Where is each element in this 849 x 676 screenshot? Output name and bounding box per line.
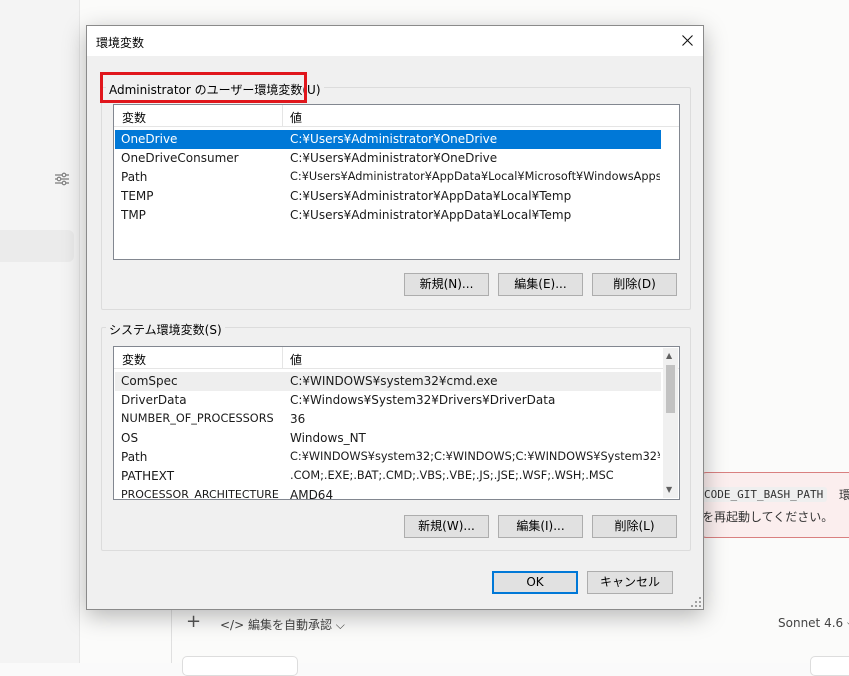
row-value: AMD64 bbox=[290, 488, 334, 500]
row-value: C:¥Users¥Administrator¥AppData¥Local¥Mic… bbox=[290, 170, 660, 183]
user-edit-button[interactable]: 編集(E)... bbox=[498, 273, 583, 296]
close-icon bbox=[682, 35, 693, 46]
row-name: Path bbox=[121, 450, 148, 464]
list-row[interactable]: PATHEXT .COM;.EXE;.BAT;.CMD;.VBS;.VBE;.J… bbox=[115, 467, 661, 486]
row-value: Windows_NT bbox=[290, 431, 366, 445]
row-name: NUMBER_OF_PROCESSORS bbox=[121, 412, 274, 425]
row-name: PATHEXT bbox=[121, 469, 175, 483]
row-name: ComSpec bbox=[121, 374, 178, 388]
highlight-box bbox=[100, 72, 307, 103]
row-value: C:¥Users¥Administrator¥OneDrive bbox=[290, 151, 498, 165]
bottom-input-box[interactable] bbox=[182, 656, 298, 676]
auto-approve-toggle[interactable]: </> 編集を自動承認 ⌵ bbox=[220, 616, 345, 633]
system-delete-button[interactable]: 削除(L) bbox=[592, 515, 677, 538]
row-name: TMP bbox=[121, 208, 146, 222]
model-selector[interactable]: Sonnet 4.6 ⌵ bbox=[778, 616, 849, 631]
row-name: TEMP bbox=[121, 189, 154, 203]
resize-grip-icon[interactable] bbox=[691, 597, 701, 607]
sidebar-active-item[interactable] bbox=[0, 230, 74, 262]
list-row[interactable]: TEMP C:¥Users¥Administrator¥AppData¥Loca… bbox=[115, 187, 661, 206]
list-header: 変数 値 bbox=[114, 347, 679, 369]
user-new-button[interactable]: 新規(N)... bbox=[404, 273, 489, 296]
error-code: CODE_GIT_BASH_PATH bbox=[700, 487, 828, 502]
user-variables-list[interactable]: 変数 値 OneDrive C:¥Users¥Administrator¥One… bbox=[113, 104, 680, 260]
row-value: .COM;.EXE;.BAT;.CMD;.VBS;.VBE;.JS;.JSE;.… bbox=[290, 469, 614, 482]
row-value: C:¥Users¥Administrator¥AppData¥Local¥Tem… bbox=[290, 208, 572, 222]
error-banner bbox=[700, 472, 849, 538]
cancel-button[interactable]: キャンセル bbox=[587, 571, 673, 594]
list-row[interactable]: Path C:¥WINDOWS¥system32;C:¥WINDOWS;C:¥W… bbox=[115, 448, 661, 467]
column-header-value[interactable]: 値 bbox=[290, 109, 302, 126]
row-name: Path bbox=[121, 170, 148, 184]
column-divider[interactable] bbox=[282, 105, 283, 127]
list-row[interactable]: DriverData C:¥Windows¥System32¥Drivers¥D… bbox=[115, 391, 661, 410]
row-value: C:¥Users¥Administrator¥AppData¥Local¥Tem… bbox=[290, 189, 572, 203]
environment-variables-dialog: 環境変数 Administrator のユーザー環境変数(U) 変数 値 One… bbox=[86, 25, 704, 610]
dialog-title: 環境変数 bbox=[96, 36, 145, 50]
system-variables-label: システム環境変数(S) bbox=[106, 321, 225, 338]
list-row[interactable]: TMP C:¥Users¥Administrator¥AppData¥Local… bbox=[115, 206, 661, 225]
row-value: 36 bbox=[290, 412, 306, 426]
list-header: 変数 値 bbox=[114, 105, 679, 127]
list-row[interactable]: NUMBER_OF_PROCESSORS 36 bbox=[115, 410, 661, 429]
list-row[interactable]: ComSpec C:¥WINDOWS¥system32¥cmd.exe bbox=[115, 372, 661, 391]
column-header-variable[interactable]: 変数 bbox=[122, 109, 146, 126]
vertical-scrollbar[interactable]: ▲ ▼ bbox=[663, 348, 678, 498]
app-sidebar bbox=[0, 0, 80, 663]
list-row[interactable]: OS Windows_NT bbox=[115, 429, 661, 448]
error-text-line: を再起動してください。 bbox=[702, 510, 834, 524]
dialog-titlebar: 環境変数 bbox=[87, 26, 703, 56]
row-name: PROCESSOR_ARCHITECTURE bbox=[121, 488, 279, 500]
row-name: DriverData bbox=[121, 393, 187, 407]
system-variables-list[interactable]: 変数 値 ComSpec C:¥WINDOWS¥system32¥cmd.exe… bbox=[113, 346, 680, 500]
ok-button[interactable]: OK bbox=[492, 571, 578, 594]
column-divider[interactable] bbox=[282, 347, 283, 369]
system-new-button[interactable]: 新規(W)... bbox=[404, 515, 489, 538]
add-button[interactable]: + bbox=[186, 612, 201, 632]
row-value: C:¥Users¥Administrator¥OneDrive bbox=[290, 132, 498, 146]
row-value: C:¥Windows¥System32¥Drivers¥DriverData bbox=[290, 393, 556, 407]
scroll-up-icon[interactable]: ▲ bbox=[666, 351, 672, 361]
user-delete-button[interactable]: 削除(D) bbox=[592, 273, 677, 296]
scroll-down-icon[interactable]: ▼ bbox=[666, 485, 672, 495]
column-header-value[interactable]: 値 bbox=[290, 351, 302, 368]
row-name: OS bbox=[121, 431, 139, 445]
scrollbar-thumb[interactable] bbox=[666, 365, 675, 413]
row-name: OneDriveConsumer bbox=[121, 151, 239, 165]
row-value: C:¥WINDOWS¥system32;C:¥WINDOWS;C:¥WINDOW… bbox=[290, 450, 660, 463]
list-row[interactable]: Path C:¥Users¥Administrator¥AppData¥Loca… bbox=[115, 168, 661, 187]
column-header-variable[interactable]: 変数 bbox=[122, 351, 146, 368]
close-button[interactable] bbox=[673, 26, 703, 56]
system-edit-button[interactable]: 編集(I)... bbox=[498, 515, 583, 538]
error-text-fragment: 環 bbox=[839, 488, 849, 502]
list-row[interactable]: PROCESSOR_ARCHITECTURE AMD64 bbox=[115, 486, 661, 500]
list-row[interactable]: OneDrive C:¥Users¥Administrator¥OneDrive bbox=[115, 130, 661, 149]
filter-icon[interactable] bbox=[54, 171, 70, 187]
bottom-input-box-right[interactable] bbox=[810, 656, 849, 676]
row-name: OneDrive bbox=[121, 132, 178, 146]
row-value: C:¥WINDOWS¥system32¥cmd.exe bbox=[290, 374, 498, 388]
list-row[interactable]: OneDriveConsumer C:¥Users¥Administrator¥… bbox=[115, 149, 661, 168]
